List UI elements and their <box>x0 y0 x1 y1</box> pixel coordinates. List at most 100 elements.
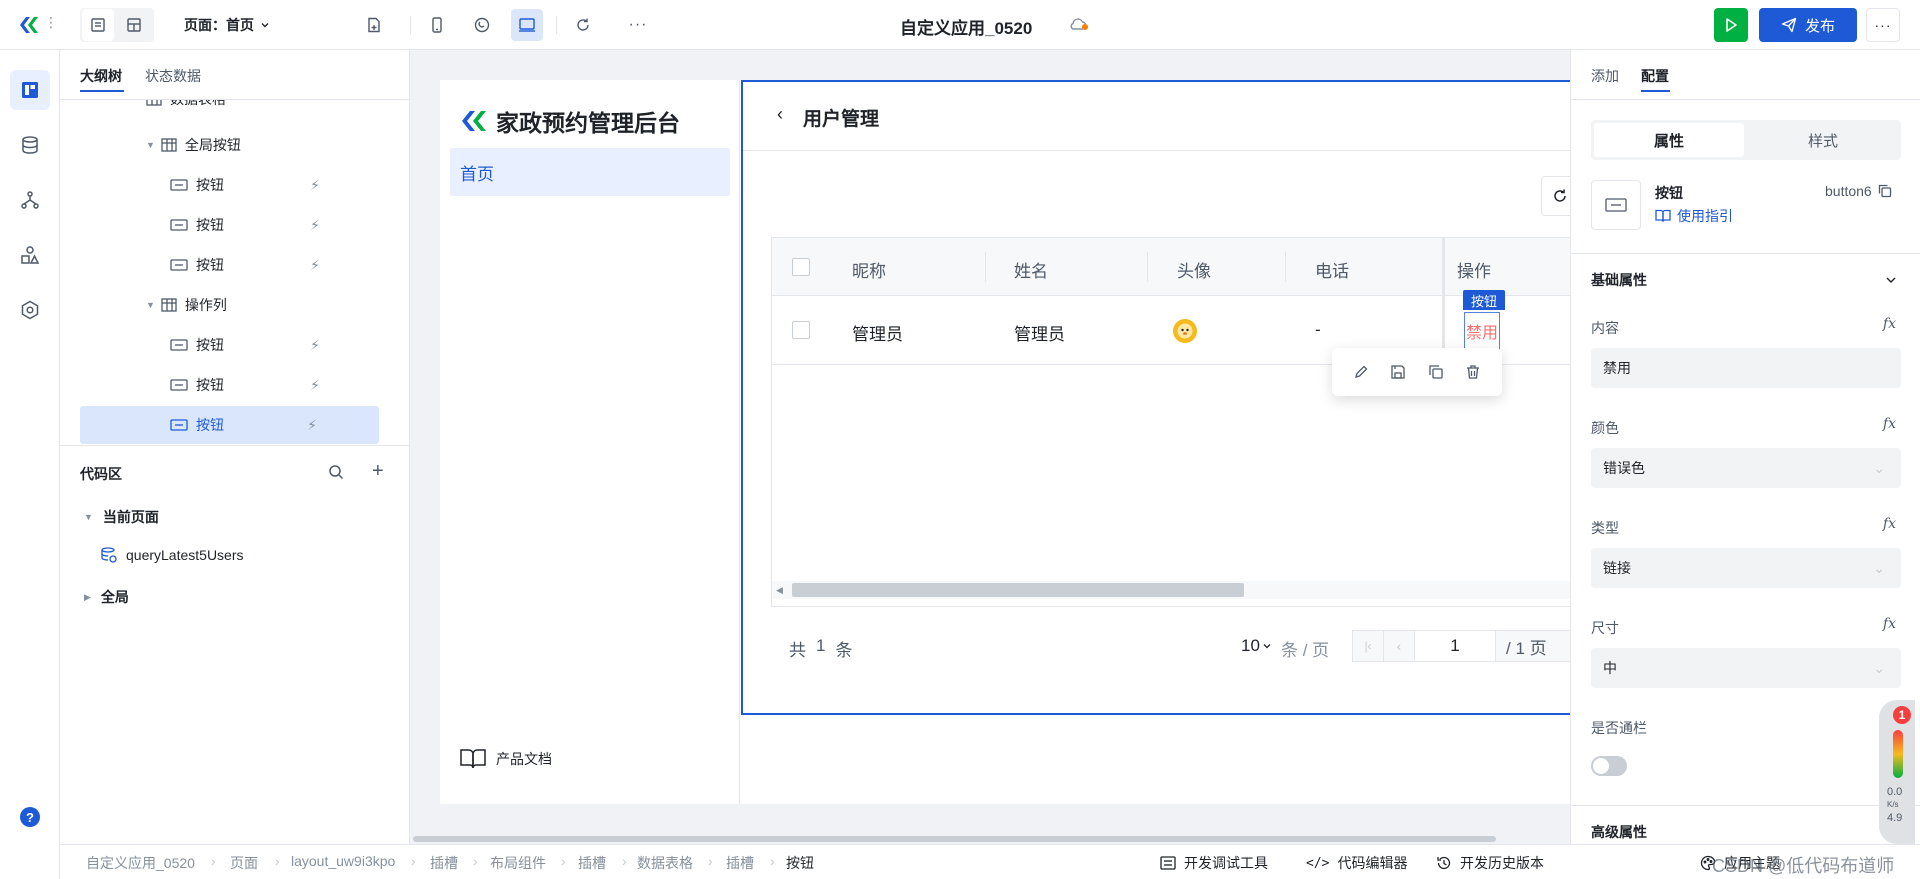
copy-icon[interactable] <box>1428 364 1444 380</box>
tab-outline-tree[interactable]: 大纲树 <box>80 66 122 86</box>
usage-guide-link[interactable]: 使用指引 <box>1655 206 1733 226</box>
desktop-preview-icon[interactable] <box>511 9 543 41</box>
run-button[interactable] <box>1714 8 1748 42</box>
canvas-scrollbar[interactable] <box>413 836 1496 842</box>
event-bolt-icon[interactable]: ⚡ <box>310 177 320 194</box>
breadcrumb-item[interactable]: 自定义应用_0520 <box>86 853 195 873</box>
breadcrumb-item[interactable]: 数据表格 <box>637 853 693 873</box>
code-current-page[interactable]: ▼ 当前页面 <box>84 507 159 527</box>
add-code-icon[interactable]: + <box>372 460 384 483</box>
disable-action-button[interactable]: 禁用 <box>1464 312 1500 350</box>
breadcrumb-item[interactable]: 页面 <box>230 853 258 873</box>
database-icon[interactable] <box>10 125 50 165</box>
full-width-toggle[interactable] <box>1591 756 1627 776</box>
segment-properties[interactable]: 属性 <box>1594 123 1744 157</box>
publish-button[interactable]: 发布 <box>1759 8 1857 42</box>
page-number-input[interactable]: 1 <box>1414 630 1496 662</box>
tab-config[interactable]: 配置 <box>1641 66 1669 86</box>
fx-icon[interactable]: fx <box>1883 616 1896 632</box>
breadcrumb-item[interactable]: 布局组件 <box>490 853 546 873</box>
refresh-icon[interactable] <box>567 9 599 41</box>
event-bolt-icon[interactable]: ⚡ <box>310 217 320 234</box>
tree-node-button[interactable]: 按钮 ⚡ <box>170 206 382 244</box>
delete-icon[interactable] <box>1465 364 1481 380</box>
components-icon[interactable] <box>10 235 50 275</box>
search-icon[interactable] <box>328 464 344 480</box>
column-header[interactable]: 操作 <box>1457 257 1491 282</box>
fx-icon[interactable]: fx <box>1883 316 1896 332</box>
first-page-button[interactable]: |‹ <box>1352 630 1384 662</box>
event-bolt-icon[interactable]: ⚡ <box>310 337 320 354</box>
column-header[interactable]: 姓名 <box>1014 257 1048 282</box>
prev-page-button[interactable]: ‹ <box>1383 630 1415 662</box>
global-label: 全局 <box>100 589 129 605</box>
tab-add[interactable]: 添加 <box>1591 66 1619 86</box>
column-header[interactable]: 头像 <box>1177 257 1211 282</box>
product-docs-link[interactable]: 产品文档 <box>460 748 552 770</box>
breadcrumb-item[interactable]: 插槽 <box>726 853 754 873</box>
flow-icon[interactable] <box>10 180 50 220</box>
debug-tools-button[interactable]: 开发调试工具 <box>1160 853 1268 873</box>
add-page-icon[interactable] <box>358 9 390 41</box>
tab-state-data[interactable]: 状态数据 <box>145 66 201 86</box>
performance-widget[interactable]: 1 0.0 K/s 4.9 <box>1879 700 1915 844</box>
type-select[interactable]: 链接 ⌄ <box>1591 548 1901 588</box>
page-selector[interactable]: 页面：首页 <box>184 15 270 35</box>
breadcrumb-item[interactable]: 插槽 <box>430 853 458 873</box>
back-chevron-icon[interactable]: ‹ <box>777 104 783 125</box>
event-bolt-icon[interactable]: ⚡ <box>310 257 320 274</box>
save-icon[interactable] <box>1390 364 1406 380</box>
miniprogram-preview-icon[interactable] <box>466 9 498 41</box>
code-editor-button[interactable]: </> 代码编辑器 <box>1306 853 1407 873</box>
fx-icon[interactable]: fx <box>1883 416 1896 432</box>
row-checkbox[interactable] <box>792 321 810 339</box>
content-input[interactable]: 禁用 <box>1591 348 1901 388</box>
mobile-preview-icon[interactable] <box>421 9 453 41</box>
history-button[interactable]: 开发历史版本 <box>1436 853 1544 873</box>
tree-node-button[interactable]: 按钮 ⚡ <box>170 246 382 284</box>
chevron-down-icon[interactable] <box>1885 274 1897 286</box>
cloud-sync-icon[interactable] <box>1068 16 1090 32</box>
outline-view-icon[interactable] <box>82 9 114 41</box>
tree-node-button[interactable]: 按钮 ⚡ <box>170 326 382 364</box>
horizontal-scrollbar[interactable]: ◀ <box>772 581 1570 599</box>
layout-view-icon[interactable] <box>118 9 150 41</box>
table-refresh-button[interactable] <box>1541 176 1570 216</box>
event-bolt-icon[interactable]: ⚡ <box>307 417 317 434</box>
outline-rail-icon[interactable] <box>10 70 50 110</box>
more-icon[interactable]: ··· <box>622 9 654 41</box>
scrollbar-thumb[interactable] <box>792 583 1244 597</box>
tree-node-global-buttons[interactable]: ▼ 全局按钮 <box>146 126 376 164</box>
logo-menu-icon[interactable]: ⋮ <box>44 14 58 31</box>
page-size-select[interactable]: 10 <box>1241 636 1272 656</box>
code-global[interactable]: ▶ 全局 <box>84 587 129 607</box>
color-select[interactable]: 错误色 ⌄ <box>1591 448 1901 488</box>
help-icon[interactable]: ? <box>20 807 40 827</box>
settings-hex-icon[interactable] <box>10 290 50 330</box>
scroll-left-icon[interactable]: ◀ <box>776 585 783 596</box>
tree-node-action-column[interactable]: ▼ 操作列 <box>146 286 376 324</box>
tree-node-table[interactable]: 数据表格 <box>146 100 376 118</box>
component-name: 按钮 <box>1655 185 1683 201</box>
column-header[interactable]: 昵称 <box>852 257 886 282</box>
tree-node-button[interactable]: 按钮 ⚡ <box>170 166 382 204</box>
event-bolt-icon[interactable]: ⚡ <box>310 377 320 394</box>
tree-node-button[interactable]: 按钮 ⚡ <box>170 366 382 404</box>
segment-styles[interactable]: 样式 <box>1748 123 1898 157</box>
menu-item-home[interactable]: 首页 <box>450 148 730 196</box>
breadcrumb-item[interactable]: layout_uw9i3kpo <box>291 853 395 869</box>
edit-icon[interactable] <box>1353 364 1369 380</box>
select-all-checkbox[interactable] <box>792 258 810 276</box>
app-logo-icon[interactable] <box>18 15 40 35</box>
breadcrumb-current[interactable]: 按钮 <box>786 853 814 873</box>
field-label-full-width: 是否通栏 <box>1591 720 1647 736</box>
fx-icon[interactable]: fx <box>1883 516 1896 532</box>
copy-icon[interactable] <box>1878 184 1892 198</box>
more-menu-button[interactable]: ··· <box>1866 8 1900 42</box>
query-item[interactable]: queryLatest5Users <box>100 546 244 564</box>
tree-node-button-selected[interactable]: 按钮 ⚡ <box>80 406 379 444</box>
column-header[interactable]: 电话 <box>1315 257 1349 282</box>
size-select[interactable]: 中 ⌄ <box>1591 648 1901 688</box>
breadcrumb-item[interactable]: 插槽 <box>578 853 606 873</box>
bottom-status-bar: 自定义应用_0520 › 页面 › layout_uw9i3kpo › 插槽 ›… <box>60 844 1920 879</box>
